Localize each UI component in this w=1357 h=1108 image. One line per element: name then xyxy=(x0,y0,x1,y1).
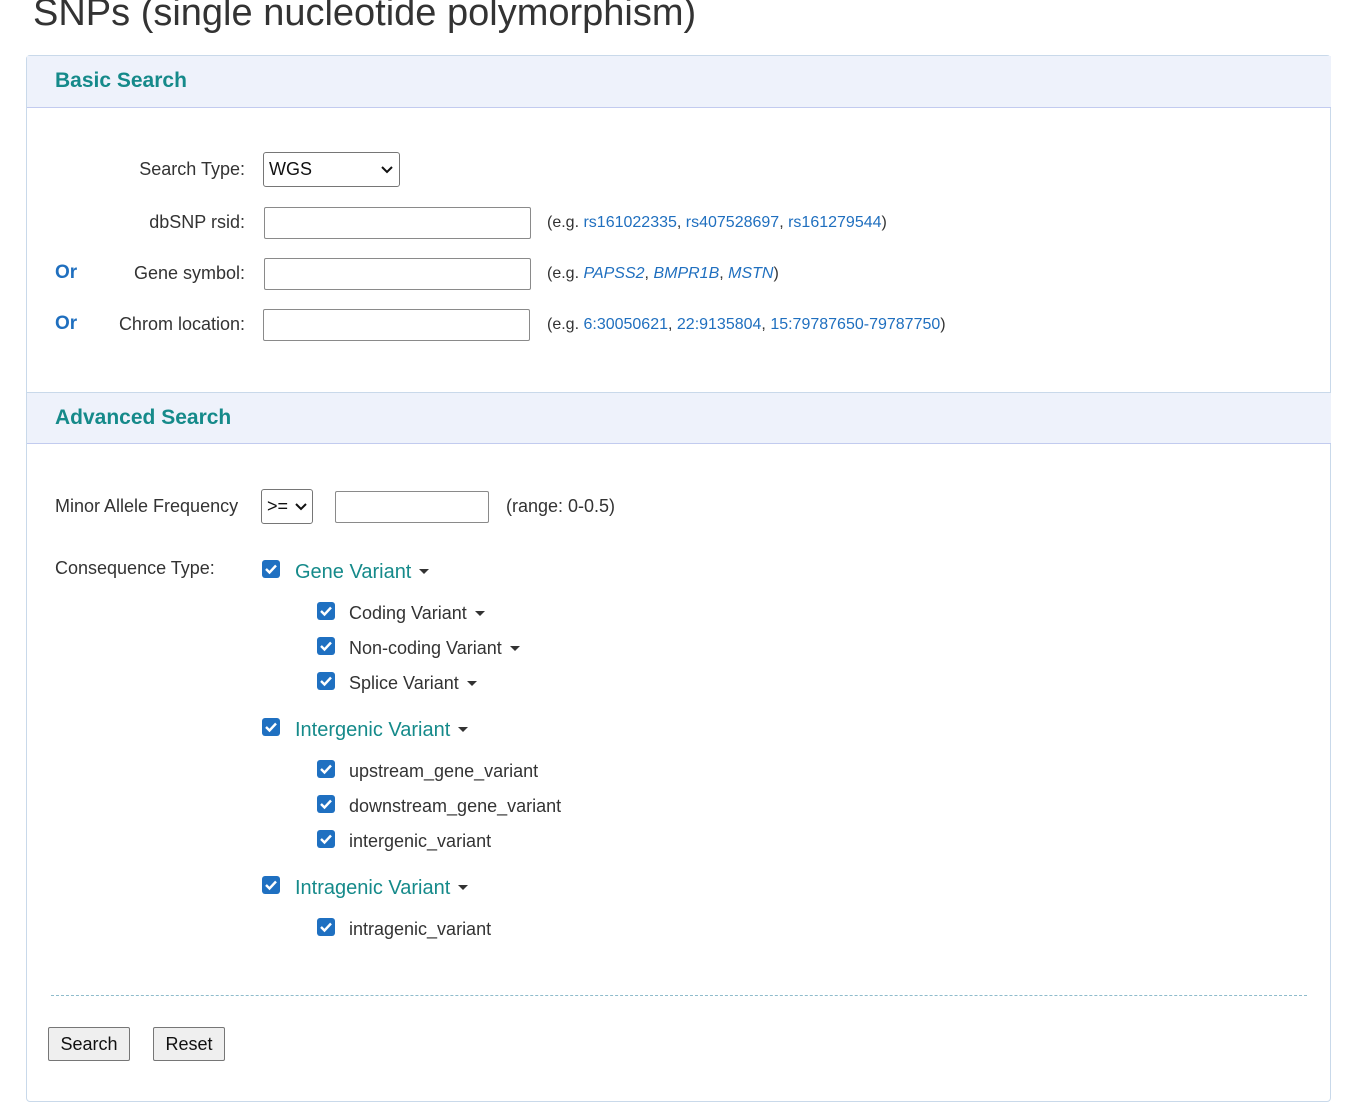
rsid-example-3[interactable]: rs161279544 xyxy=(788,214,881,231)
checkmark-icon xyxy=(320,676,332,687)
checkmark-icon xyxy=(320,606,332,617)
chrom-location-label: Chrom location: xyxy=(118,314,245,334)
consequence-type-label: Consequence Type: xyxy=(55,558,215,578)
chrom-example-3[interactable]: 15:79787650-79787750 xyxy=(770,316,940,333)
checkmark-icon xyxy=(320,922,332,933)
reset-button[interactable]: Reset xyxy=(153,1027,225,1061)
coding-variant-toggle[interactable]: Coding Variant xyxy=(349,603,485,624)
search-type-value: WGS xyxy=(269,159,312,179)
chrom-location-input[interactable] xyxy=(263,309,530,341)
page-title: SNPs (single nucleotide polymorphism) xyxy=(33,0,697,34)
intragenic-variant-toggle[interactable]: Intragenic Variant xyxy=(295,877,469,900)
rsid-input[interactable] xyxy=(264,207,531,239)
gene-or-label: Or xyxy=(55,262,78,283)
rsid-example-1[interactable]: rs161022335 xyxy=(583,214,676,231)
advanced-search-header: Advanced Search xyxy=(27,392,1331,444)
form-divider xyxy=(51,995,1307,996)
caret-down-icon xyxy=(509,645,520,651)
rsid-hint: (e.g. rs161022335, rs407528697, rs161279… xyxy=(547,214,887,231)
caret-down-icon xyxy=(474,610,485,616)
maf-operator-value: >= xyxy=(267,496,289,516)
caret-down-icon xyxy=(458,885,469,891)
maf-label: Minor Allele Frequency xyxy=(55,496,239,516)
gene-example-1[interactable]: PAPSS2 xyxy=(583,265,644,282)
chrom-location-hint: (e.g. 6:30050621, 22:9135804, 15:7978765… xyxy=(547,316,946,333)
chevron-down-icon xyxy=(381,166,393,174)
noncoding-variant-checkbox[interactable] xyxy=(317,637,335,655)
gene-symbol-input[interactable] xyxy=(264,258,531,290)
rsid-label: dbSNP rsid: xyxy=(149,212,245,232)
intergenic-variant-item-checkbox[interactable] xyxy=(317,830,335,848)
maf-range-note: (range: 0-0.5) xyxy=(506,496,616,516)
gene-example-3[interactable]: MSTN xyxy=(728,265,773,282)
basic-search-heading: Basic Search xyxy=(55,69,187,92)
splice-variant-toggle[interactable]: Splice Variant xyxy=(349,673,477,694)
intergenic-variant-item-label: intergenic_variant xyxy=(349,831,492,851)
checkmark-icon xyxy=(320,641,332,652)
checkmark-icon xyxy=(265,722,277,733)
downstream-gene-variant-label: downstream_gene_variant xyxy=(349,796,562,816)
advanced-search-heading: Advanced Search xyxy=(55,406,232,429)
gene-variant-checkbox[interactable] xyxy=(262,560,280,578)
caret-down-icon xyxy=(419,569,430,575)
maf-value-input[interactable] xyxy=(335,491,489,523)
chrom-or-label: Or xyxy=(55,313,78,334)
intragenic-variant-item-checkbox[interactable] xyxy=(317,918,335,936)
checkmark-icon xyxy=(265,880,277,891)
intergenic-variant-toggle[interactable]: Intergenic Variant xyxy=(295,719,469,742)
chevron-down-icon xyxy=(295,503,307,511)
downstream-gene-variant-checkbox[interactable] xyxy=(317,795,335,813)
intergenic-variant-checkbox[interactable] xyxy=(262,718,280,736)
splice-variant-checkbox[interactable] xyxy=(317,672,335,690)
gene-variant-toggle[interactable]: Gene Variant xyxy=(295,561,430,584)
checkmark-icon xyxy=(265,564,277,575)
caret-down-icon xyxy=(458,727,469,733)
chrom-example-1[interactable]: 6:30050621 xyxy=(583,316,668,333)
gene-example-2[interactable]: BMPR1B xyxy=(653,265,719,282)
intragenic-variant-checkbox[interactable] xyxy=(262,876,280,894)
noncoding-variant-toggle[interactable]: Non-coding Variant xyxy=(349,638,520,659)
upstream-gene-variant-label: upstream_gene_variant xyxy=(349,761,539,781)
intragenic-variant-item-label: intragenic_variant xyxy=(349,919,492,939)
basic-search-header: Basic Search xyxy=(27,56,1331,108)
search-type-select[interactable]: WGS xyxy=(263,152,400,187)
caret-down-icon xyxy=(466,680,477,686)
search-type-label: Search Type: xyxy=(139,159,245,179)
coding-variant-checkbox[interactable] xyxy=(317,602,335,620)
chrom-example-2[interactable]: 22:9135804 xyxy=(677,316,762,333)
upstream-gene-variant-checkbox[interactable] xyxy=(317,760,335,778)
search-button[interactable]: Search xyxy=(48,1027,130,1061)
checkmark-icon xyxy=(320,834,332,845)
checkmark-icon xyxy=(320,799,332,810)
gene-symbol-hint: (e.g. PAPSS2, BMPR1B, MSTN) xyxy=(547,265,779,282)
rsid-example-2[interactable]: rs407528697 xyxy=(686,214,779,231)
checkmark-icon xyxy=(320,764,332,775)
gene-symbol-label: Gene symbol: xyxy=(133,263,245,283)
maf-operator-select[interactable]: >= xyxy=(261,489,313,524)
